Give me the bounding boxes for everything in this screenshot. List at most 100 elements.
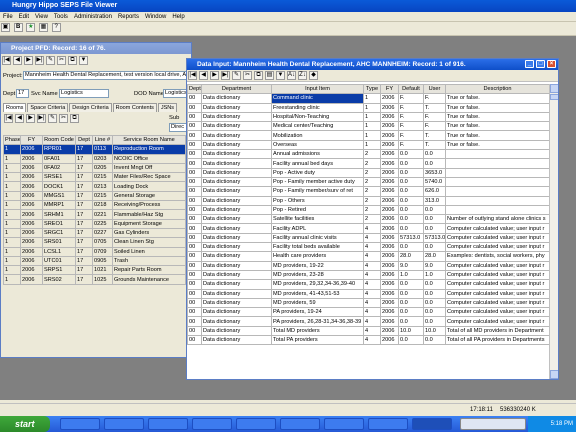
- table-cell[interactable]: MD providers, 59: [271, 297, 364, 309]
- table-cell[interactable]: Total MD providers: [271, 325, 364, 337]
- table-cell[interactable]: 2: [363, 204, 381, 216]
- table-cell[interactable]: 3653.0: [423, 167, 446, 178]
- table-cell[interactable]: Data dictionary: [201, 111, 272, 123]
- table-cell[interactable]: Facility ADPL: [271, 223, 364, 234]
- table-cell[interactable]: Freestanding clinic: [271, 102, 364, 113]
- next-record-icon[interactable]: ▶: [24, 56, 33, 65]
- table-cell[interactable]: Total of all MD providers in Department: [445, 325, 550, 337]
- table-row[interactable]: 00 Data dictionary Pop - Family member act…: [187, 176, 550, 188]
- table-cell[interactable]: 0.0: [398, 223, 424, 234]
- table-cell[interactable]: 1.0: [398, 269, 424, 281]
- table-cell[interactable]: 00: [187, 316, 202, 327]
- table-cell[interactable]: 00: [187, 204, 202, 216]
- rooms-column-header[interactable]: Dept: [75, 134, 93, 146]
- table-cell[interactable]: 1: [363, 111, 381, 123]
- table-cell[interactable]: 00: [187, 149, 202, 160]
- table-cell[interactable]: 2: [363, 195, 381, 206]
- rooms-column-header[interactable]: Service Room Name: [112, 134, 186, 146]
- table-cell[interactable]: 2006: [20, 255, 43, 267]
- project-window-title-bar[interactable]: Project PFD: Record: 16 of 76.: [1, 43, 191, 54]
- table-cell[interactable]: Data dictionary: [201, 121, 272, 132]
- table-cell[interactable]: 2006: [20, 246, 43, 257]
- table-cell[interactable]: Data dictionary: [201, 251, 272, 262]
- table-cell[interactable]: True or false.: [445, 121, 550, 132]
- table-cell[interactable]: 2006: [20, 190, 43, 202]
- table-row[interactable]: 00 Data dictionary Facility ADPL 4 2006 0.0 0.…: [187, 223, 550, 234]
- tab-jsns[interactable]: JSNs: [157, 103, 178, 112]
- table-cell[interactable]: 2006: [380, 102, 399, 113]
- table-cell[interactable]: 1: [363, 93, 381, 104]
- table-cell[interactable]: [445, 149, 550, 160]
- table-row[interactable]: 00 Data dictionary Medical center/Teaching…: [187, 121, 550, 132]
- table-cell[interactable]: Pop - Family member active duty: [271, 176, 364, 188]
- table-cell[interactable]: 313.0: [423, 195, 446, 206]
- table-cell[interactable]: 17: [75, 255, 93, 267]
- table-cell[interactable]: Reproduction Room: [112, 144, 186, 155]
- data-prev-icon[interactable]: ◀: [199, 71, 208, 80]
- data-paste-icon[interactable]: ▤: [265, 71, 274, 80]
- table-cell[interactable]: Examples: dentists, social workers, phy: [445, 251, 550, 262]
- table-cell[interactable]: Pop - Family member/surv of ret: [271, 186, 364, 197]
- table-cell[interactable]: 1025: [92, 274, 113, 285]
- table-cell[interactable]: 00: [187, 242, 202, 253]
- table-cell[interactable]: Pop - Active duty: [271, 167, 364, 178]
- table-cell[interactable]: T.: [423, 102, 446, 113]
- data-tag-icon[interactable]: ◆: [309, 71, 318, 80]
- table-cell[interactable]: Repair Parts Room: [112, 265, 186, 276]
- table-cell[interactable]: 2006: [380, 130, 399, 141]
- first-room-icon[interactable]: |◀: [4, 114, 13, 123]
- table-cell[interactable]: 2: [363, 149, 381, 160]
- table-cell[interactable]: 4: [363, 223, 381, 234]
- menu-item-view[interactable]: View: [35, 12, 48, 21]
- table-cell[interactable]: 10.0: [423, 325, 446, 337]
- table-cell[interactable]: 0215: [92, 190, 113, 202]
- table-row[interactable]: 00 Data dictionary Freestanding clinic 1 200…: [187, 102, 550, 113]
- table-cell[interactable]: 2006: [380, 325, 399, 337]
- menu-item-edit[interactable]: Edit: [19, 12, 29, 21]
- table-cell[interactable]: 00: [187, 176, 202, 188]
- table-row[interactable]: 1 2006 SREO1 17 0225 Equipment Storage: [3, 218, 186, 229]
- table-cell[interactable]: 1: [363, 121, 381, 132]
- table-row[interactable]: 00 Data dictionary Hospital/Non-Teaching 1 2…: [187, 111, 550, 123]
- table-cell[interactable]: 4: [363, 307, 381, 318]
- table-cell[interactable]: Grounds Maintenance: [112, 274, 186, 285]
- table-cell[interactable]: Data dictionary: [201, 204, 272, 216]
- table-cell[interactable]: NCOIC Office: [112, 153, 186, 164]
- table-cell[interactable]: 1: [363, 102, 381, 113]
- table-cell[interactable]: SRSE1: [42, 172, 76, 183]
- rooms-column-header[interactable]: Room Code: [42, 134, 76, 146]
- table-cell[interactable]: 0.0: [423, 297, 446, 309]
- table-cell[interactable]: 10.0: [398, 325, 424, 337]
- table-cell[interactable]: 1: [363, 130, 381, 141]
- cut-room-icon[interactable]: ✂: [59, 114, 68, 123]
- table-cell[interactable]: 2006: [20, 265, 43, 276]
- data-column-header[interactable]: Department: [201, 83, 272, 95]
- table-cell[interactable]: 0.0: [423, 223, 446, 234]
- table-cell[interactable]: 2: [363, 214, 381, 225]
- table-cell[interactable]: 2006: [380, 288, 399, 299]
- edit-icon[interactable]: ✎: [46, 56, 55, 65]
- taskbar-button-9[interactable]: [412, 418, 452, 430]
- tab-room-contents[interactable]: Room Contents: [112, 103, 157, 112]
- table-row[interactable]: 00 Data dictionary Pop - Others 2 2006 0.0 313…: [187, 195, 550, 206]
- menu-item-reports[interactable]: Reports: [118, 12, 139, 21]
- table-cell[interactable]: 9.0: [398, 260, 424, 271]
- table-cell[interactable]: 0905: [92, 255, 113, 267]
- table-cell[interactable]: MMRP1: [42, 200, 76, 211]
- table-cell[interactable]: 2: [363, 158, 381, 169]
- table-cell[interactable]: 2006: [380, 279, 399, 290]
- table-cell[interactable]: 17: [75, 237, 93, 248]
- table-cell[interactable]: 0.0: [423, 158, 446, 169]
- table-cell[interactable]: 0.0: [398, 149, 424, 160]
- table-row[interactable]: 1 2006 SRGC1 17 0227 Gas Cylinders: [3, 227, 186, 239]
- table-cell[interactable]: Data dictionary: [201, 297, 272, 309]
- table-cell[interactable]: 2006: [380, 158, 399, 169]
- table-row[interactable]: 1 2006 SRSE1 17 0215 Mater Files/Rec Space: [3, 172, 186, 183]
- data-column-header[interactable]: User: [423, 83, 446, 95]
- table-cell[interactable]: Pop - Others: [271, 195, 364, 206]
- table-cell[interactable]: F.: [398, 93, 424, 104]
- scroll-down-icon[interactable]: [550, 370, 558, 379]
- table-cell[interactable]: LCSL1: [42, 246, 76, 257]
- table-row[interactable]: 00 Data dictionary PA providers, 26,28-31,…: [187, 316, 550, 327]
- data-window-title-bar[interactable]: Data Input: Mannheim Health Dental Repla…: [187, 59, 558, 70]
